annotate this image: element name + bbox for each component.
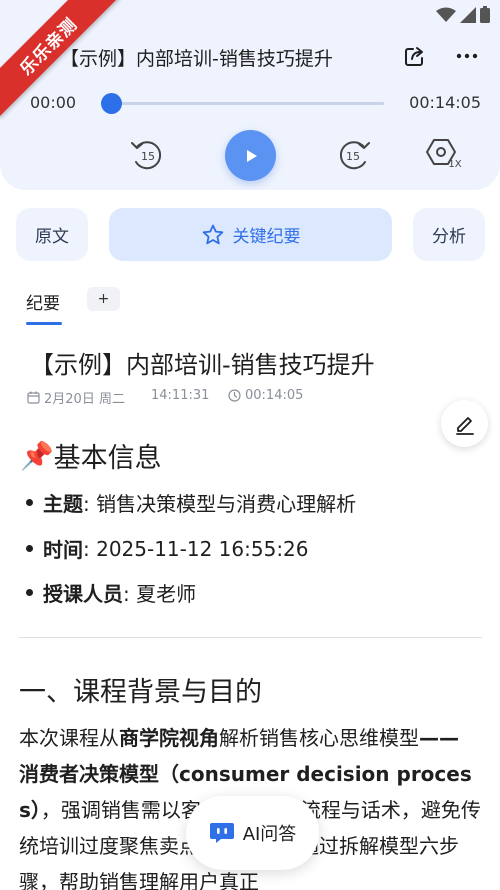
info-value: : 销售决策模型与消费心理解析 — [83, 492, 357, 516]
playback-speed-button[interactable]: 1X — [426, 136, 466, 172]
pin-icon: 📌 — [20, 440, 54, 472]
more-icon — [456, 53, 478, 59]
section-basic-info: 📌 基本信息 — [20, 436, 162, 475]
play-icon — [246, 149, 257, 162]
share-button[interactable] — [401, 42, 429, 70]
chat-bot-icon — [209, 823, 234, 843]
star-icon — [202, 224, 223, 244]
current-time: 00:00 — [30, 93, 77, 112]
meta-time: 14:11:31 — [151, 388, 210, 403]
tab-analysis[interactable]: 分析 — [413, 208, 485, 261]
meta-duration-text: 00:14:05 — [245, 388, 304, 403]
share-icon — [405, 47, 423, 66]
info-label: 时间 — [43, 538, 83, 562]
progress-thumb[interactable] — [101, 93, 122, 114]
battery-icon — [480, 6, 490, 23]
tab-key-summary-label: 关键纪要 — [232, 227, 301, 247]
total-time: 00:14:05 — [409, 93, 481, 112]
info-label: 授课人员 — [43, 582, 123, 606]
subtab-summary[interactable]: 纪要 — [26, 289, 60, 314]
clock-icon — [228, 389, 241, 402]
ai-qa-button[interactable]: AI问答 — [186, 796, 319, 870]
add-subtab-button[interactable]: + — [87, 287, 120, 311]
speed-label: 1X — [448, 159, 461, 170]
tab-original[interactable]: 原文 — [16, 208, 88, 261]
signal-icon — [460, 6, 476, 23]
rewind-seconds: 15 — [141, 150, 155, 163]
wifi-icon — [436, 7, 456, 22]
forward-15-button[interactable]: 15 — [336, 138, 372, 172]
info-value: : 夏老师 — [123, 582, 197, 606]
info-topic: 主题: 销售决策模型与消费心理解析 — [26, 488, 356, 517]
pencil-icon — [455, 416, 474, 435]
subtab-underline — [26, 322, 62, 325]
tab-key-summary[interactable]: 关键纪要 — [109, 208, 392, 261]
info-instructor: 授课人员: 夏老师 — [26, 578, 196, 607]
status-bar — [436, 6, 490, 23]
info-label: 主题 — [43, 492, 83, 516]
rewind-15-button[interactable]: 15 — [129, 138, 165, 172]
forward-icon: 15 — [339, 141, 370, 170]
meta-date-text: 2月20日 周二 — [44, 392, 125, 407]
meta-date: 2月20日 周二 — [27, 388, 125, 407]
player-title: 【示例】内部培训-销售技巧提升 — [60, 48, 333, 70]
info-value: : 2025-11-12 16:55:26 — [83, 536, 309, 561]
speed-icon: 1X — [426, 139, 462, 170]
audio-player: 乐乐亲测 【示例】内部培训-销售技巧提升 00:00 00:14:05 15 1… — [0, 0, 500, 190]
meta-duration: 00:14:05 — [228, 388, 303, 403]
progress-track[interactable] — [108, 102, 384, 105]
edit-button[interactable] — [441, 400, 488, 447]
info-time: 时间: 2025-11-12 16:55:26 — [26, 534, 309, 563]
rewind-icon: 15 — [131, 141, 162, 170]
forward-seconds: 15 — [346, 150, 360, 163]
doc-title: 【示例】内部培训-销售技巧提升 — [30, 351, 375, 379]
calendar-icon — [27, 391, 40, 404]
section-title-text: 基本信息 — [53, 443, 162, 474]
play-button[interactable] — [225, 130, 276, 181]
course-background-heading: 一、课程背景与目的 — [19, 677, 262, 708]
more-button[interactable] — [452, 42, 482, 70]
section-divider — [19, 637, 482, 638]
ai-qa-label: AI问答 — [242, 824, 297, 845]
